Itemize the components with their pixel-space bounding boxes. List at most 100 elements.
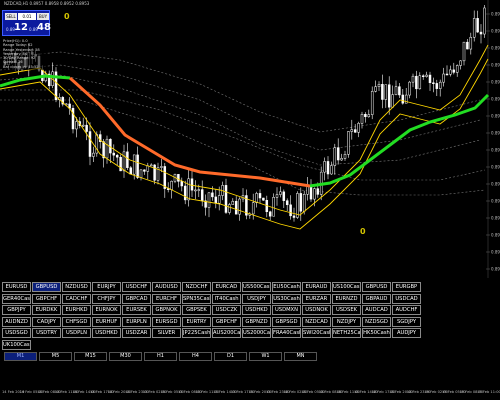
symbol-button[interactable]: GBPCHF — [212, 316, 241, 327]
symbol-button[interactable]: CADCHF — [62, 293, 91, 304]
symbol-button[interactable]: EURJPY — [92, 282, 121, 292]
symbol-button[interactable]: SWI20Cash — [302, 328, 331, 338]
symbol-button[interactable]: AUDUSD — [152, 282, 181, 292]
symbol-button[interactable]: AUS200Cash — [212, 328, 241, 338]
candle-body — [364, 113, 367, 118]
symbol-button[interactable]: USDCZK — [212, 305, 241, 315]
symbol-button[interactable]: GBPNZD — [242, 316, 271, 327]
symbol-button[interactable]: GER40Cash — [2, 293, 31, 304]
symbol-button[interactable]: EURDKK — [32, 305, 61, 315]
symbol-button[interactable]: NETH25Cash — [332, 328, 361, 338]
symbol-button[interactable]: IT40Cash — [212, 293, 241, 304]
symbol-button[interactable]: EURUSD — [2, 282, 31, 292]
candle-body — [384, 84, 388, 100]
symbol-button[interactable]: HK50Cash — [362, 328, 391, 338]
symbol-button[interactable]: US30Cash — [272, 293, 301, 304]
symbol-button[interactable]: EURSGD — [152, 316, 181, 327]
symbol-button[interactable]: USDZAR — [122, 328, 151, 338]
symbol-button[interactable]: GBPNOK — [152, 305, 181, 315]
symbol-button[interactable]: EURAUD — [302, 282, 331, 292]
lot-size-input[interactable]: 0.01 — [18, 13, 36, 20]
symbol-button[interactable]: FRA40Cash — [272, 328, 301, 338]
symbol-button[interactable]: USDSGD — [2, 328, 31, 338]
symbol-button[interactable]: EURHKD — [62, 305, 91, 315]
price-chart[interactable]: 0.8974 0.8970 0.8966 0.8962 0.8958 0.8954 0.89… — [0, 0, 500, 278]
symbol-button[interactable]: CADJPY — [32, 316, 61, 327]
timeframe-button-w1[interactable]: W1 — [249, 352, 282, 361]
timeframe-button-m1[interactable]: M1 — [4, 352, 37, 361]
symbol-button[interactable]: AUDCHF — [392, 305, 421, 315]
symbol-button[interactable]: EURGBP — [392, 282, 421, 292]
symbol-button[interactable]: GBPJPY — [2, 305, 31, 315]
symbol-button[interactable]: EURHUF — [92, 316, 121, 327]
symbol-button[interactable]: USDCAD — [392, 293, 421, 304]
candle-body — [360, 113, 364, 124]
symbol-button[interactable]: EURCHF — [152, 293, 181, 304]
candle-body — [262, 197, 265, 201]
timeframe-button-m5[interactable]: M5 — [39, 352, 72, 361]
symbol-button[interactable]: EURTRY — [182, 316, 211, 327]
symbol-button[interactable]: NZDCAD — [302, 316, 331, 327]
symbol-button[interactable]: NZDJPY — [332, 316, 361, 327]
symbol-button[interactable]: GBPAUD — [362, 293, 391, 304]
ask-price[interactable]: 48 — [37, 22, 51, 34]
symbol-button[interactable]: USDMXN — [272, 305, 301, 315]
symbol-button[interactable]: SILVER — [152, 328, 181, 338]
slow-ma-line-up — [309, 93, 490, 188]
symbol-button[interactable]: GBPSGD — [272, 316, 301, 327]
timeframe-button-h1[interactable]: H1 — [144, 352, 177, 361]
bid-price[interactable]: 12 — [14, 22, 28, 34]
candle-body — [330, 165, 333, 175]
symbol-button[interactable]: EURZAR — [302, 293, 331, 304]
symbol-button[interactable]: USDSEK — [332, 305, 361, 315]
symbol-button[interactable]: USDHKD — [92, 328, 121, 338]
timeframe-button-m15[interactable]: M15 — [74, 352, 107, 361]
sell-button[interactable]: SELL — [5, 13, 17, 20]
symbol-button[interactable]: SGDJPY — [392, 316, 421, 327]
timeframe-button-m30[interactable]: M30 — [109, 352, 142, 361]
symbol-button[interactable]: NZDSGD — [362, 316, 391, 327]
price-label: 0.8926 — [491, 216, 500, 221]
timeframe-button-mn[interactable]: MN — [284, 352, 317, 361]
symbol-button[interactable]: US100Cash — [332, 282, 361, 292]
symbol-button[interactable]: US2000Cash — [242, 328, 271, 338]
symbol-button[interactable]: CHFSGD — [62, 316, 91, 327]
symbol-button[interactable]: EURSEK — [122, 305, 151, 315]
symbol-button[interactable]: GBPCHF — [32, 293, 61, 304]
symbol-button[interactable]: NZDCHF — [182, 282, 211, 292]
timeframe-button-h4[interactable]: H4 — [179, 352, 212, 361]
symbol-button[interactable]: SPN35Cash — [182, 293, 211, 304]
symbol-button[interactable]: USDCHF — [122, 282, 151, 292]
price-label: 0.8914 — [491, 267, 500, 272]
symbol-button[interactable]: CHFJPY — [92, 293, 121, 304]
symbol-button[interactable]: EURCAD — [212, 282, 241, 292]
chart-window[interactable]: NZDCAD,H1 0.8957 0.8958 0.8952 0.8953 0.… — [0, 0, 500, 400]
symbol-button[interactable]: JP225Cash — [182, 328, 211, 338]
symbol-button[interactable]: UK100Cash — [2, 339, 31, 350]
timeframe-button-d1[interactable]: D1 — [214, 352, 247, 361]
symbol-button[interactable]: USDNOK — [302, 305, 331, 315]
symbol-button[interactable]: EURNZD — [332, 293, 361, 304]
symbol-button[interactable]: US500Cash — [242, 282, 271, 292]
symbol-button[interactable]: AUDCAD — [362, 305, 391, 315]
symbol-button[interactable]: USDJPY — [242, 293, 271, 304]
symbol-button[interactable]: EURNOK — [92, 305, 121, 315]
candle-body — [279, 191, 282, 195]
symbol-button[interactable]: GBPUSD — [362, 282, 391, 292]
candle-body — [258, 193, 262, 199]
symbol-button[interactable]: USDPLN — [62, 328, 91, 338]
fast-ma-line — [0, 58, 489, 230]
symbol-button[interactable]: USDHKD — [242, 305, 271, 315]
symbol-button[interactable]: AUDJPY — [392, 328, 421, 338]
symbol-button[interactable]: GBPCAD — [122, 293, 151, 304]
symbol-button[interactable]: GBPUSD — [32, 282, 61, 292]
symbol-button[interactable]: EU50Cash — [272, 282, 301, 292]
symbol-button[interactable]: NZDUSD — [62, 282, 91, 292]
symbol-button[interactable]: USDTRY — [32, 328, 61, 338]
symbol-button[interactable]: EURPLN — [122, 316, 151, 327]
symbol-button[interactable]: AUDNZD — [2, 316, 31, 327]
candle-body — [398, 86, 401, 96]
symbol-button[interactable]: GBPSEK — [182, 305, 211, 315]
buy-button[interactable]: BUY — [37, 13, 49, 20]
candle-body — [136, 154, 139, 178]
